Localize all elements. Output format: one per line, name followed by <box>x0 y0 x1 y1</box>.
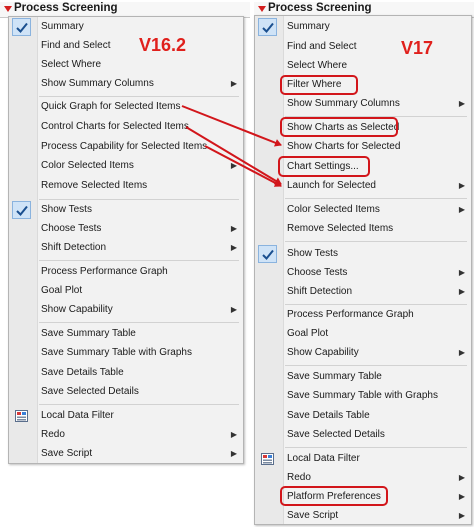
annotation-arrows <box>181 105 282 187</box>
arrow-control-charts-to-launch <box>185 126 282 185</box>
arrow-process-capability-to-launch <box>204 145 282 187</box>
arrow-quick-graph-to-show-charts <box>181 105 282 147</box>
